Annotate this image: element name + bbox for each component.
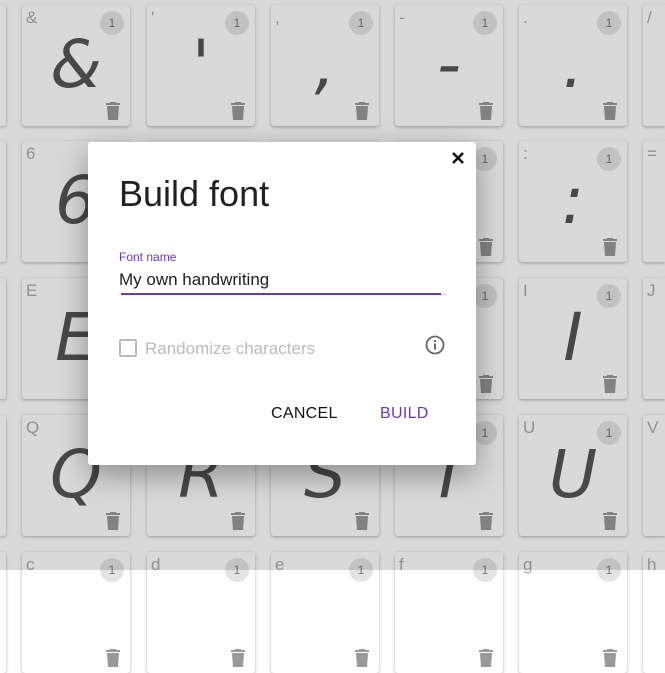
character-card[interactable]: c1 xyxy=(22,552,130,673)
trash-icon[interactable] xyxy=(479,649,493,667)
font-name-label: Font name xyxy=(119,250,177,264)
character-card[interactable]: g1 xyxy=(519,552,627,673)
trash-icon[interactable] xyxy=(355,649,369,667)
build-font-dialog: Build font Font name Randomize character… xyxy=(88,142,476,465)
input-focus-underline xyxy=(121,293,441,295)
character-card[interactable]: d1 xyxy=(147,552,255,673)
character-card[interactable]: e1 xyxy=(271,552,379,673)
trash-icon[interactable] xyxy=(106,649,120,667)
randomize-checkbox[interactable] xyxy=(119,339,137,357)
info-icon[interactable] xyxy=(425,335,445,355)
character-card[interactable]: h xyxy=(643,552,665,673)
character-card[interactable]: f1 xyxy=(395,552,503,673)
dialog-title: Build font xyxy=(119,173,270,214)
close-icon[interactable] xyxy=(450,150,466,166)
character-card[interactable] xyxy=(0,552,6,673)
font-name-input[interactable] xyxy=(119,267,441,293)
trash-icon[interactable] xyxy=(603,649,617,667)
trash-icon[interactable] xyxy=(231,649,245,667)
randomize-label: Randomize characters xyxy=(145,339,316,358)
cancel-button[interactable]: CANCEL xyxy=(271,405,338,423)
build-button[interactable]: BUILD xyxy=(380,405,429,423)
